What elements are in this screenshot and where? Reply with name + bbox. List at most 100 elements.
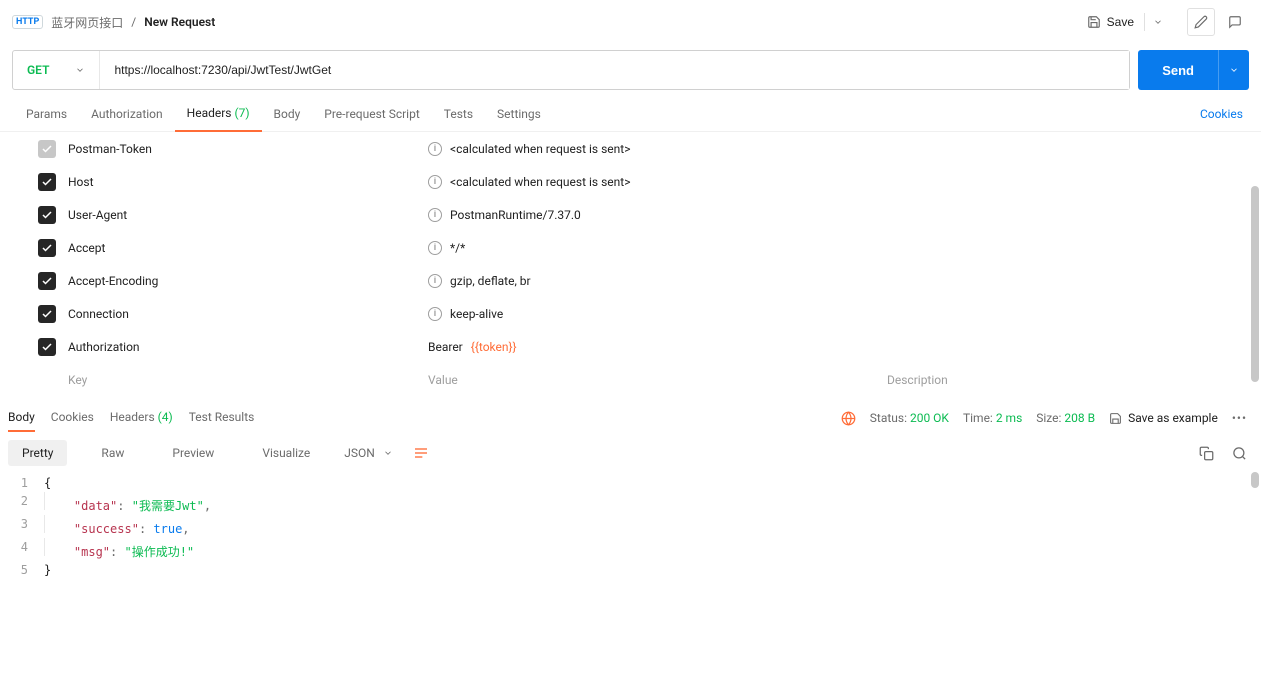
url-input[interactable] (100, 51, 1129, 89)
time-block: Time: 2 ms (963, 411, 1022, 425)
header-key[interactable]: Accept (68, 241, 428, 255)
pencil-icon (1194, 15, 1208, 29)
response-body[interactable]: 1{ 2 "data": "我需要Jwt", 3 "success": true… (0, 474, 1261, 579)
wrap-lines-icon[interactable] (413, 445, 429, 461)
top-actions: Save (1077, 8, 1249, 36)
info-icon: i (428, 307, 442, 321)
search-icon[interactable] (1232, 446, 1247, 461)
breadcrumb-separator: / (131, 15, 136, 29)
header-value[interactable]: i<calculated when request is sent> (428, 142, 1247, 156)
method-label: GET (27, 63, 49, 77)
checkbox[interactable] (38, 272, 56, 290)
line-number: 2 (8, 492, 44, 515)
cookies-link[interactable]: Cookies (1196, 97, 1247, 131)
response-status: Status: 200 OK Time: 2 ms Size: 208 B Sa… (841, 411, 1247, 426)
send-group: Send (1138, 50, 1249, 90)
save-options-button[interactable] (1144, 13, 1171, 31)
request-tabs: Params Authorization Headers (7) Body Pr… (0, 96, 1261, 132)
save-as-example-button[interactable]: Save as example (1109, 411, 1218, 425)
header-row: Accepti*/* (38, 231, 1247, 264)
breadcrumb: HTTP 蓝牙网页接口 / New Request Save (0, 0, 1261, 44)
chevron-down-icon (75, 65, 85, 75)
checkbox[interactable] (38, 305, 56, 323)
format-select[interactable]: JSON (344, 446, 393, 460)
header-key[interactable]: Host (68, 175, 428, 189)
method-select[interactable]: GET (13, 51, 100, 89)
tab-authorization[interactable]: Authorization (79, 97, 175, 131)
view-raw[interactable]: Raw (87, 440, 138, 466)
tab-headers-count: (7) (234, 106, 249, 120)
resp-tab-headers[interactable]: Headers (4) (110, 404, 173, 432)
save-icon (1109, 412, 1122, 425)
tab-settings[interactable]: Settings (485, 97, 553, 131)
line-number: 1 (8, 474, 44, 492)
comment-icon (1228, 15, 1242, 29)
header-value[interactable]: igzip, deflate, br (428, 274, 1247, 288)
resp-tab-body[interactable]: Body (8, 404, 35, 432)
send-button[interactable]: Send (1138, 50, 1218, 90)
resp-tab-cookies[interactable]: Cookies (51, 404, 94, 432)
tab-body[interactable]: Body (262, 97, 313, 131)
scrollbar[interactable] (1251, 186, 1259, 382)
line-number: 5 (8, 561, 44, 579)
header-key-placeholder[interactable]: Key (68, 373, 428, 387)
send-options-button[interactable] (1218, 50, 1249, 90)
save-example-label: Save as example (1128, 411, 1218, 425)
save-icon (1087, 15, 1101, 29)
more-options-button[interactable]: ••• (1232, 411, 1247, 425)
header-key[interactable]: User-Agent (68, 208, 428, 222)
body-toolbar-right (1199, 446, 1247, 461)
resp-tab-testresults[interactable]: Test Results (189, 404, 255, 432)
header-key[interactable]: Connection (68, 307, 428, 321)
header-value[interactable]: i*/* (428, 241, 1247, 255)
save-button[interactable]: Save (1077, 11, 1144, 33)
resp-tab-headers-count: (4) (158, 410, 173, 424)
checkbox[interactable] (38, 206, 56, 224)
info-icon: i (428, 175, 442, 189)
network-icon (841, 411, 856, 426)
view-pretty[interactable]: Pretty (8, 440, 67, 466)
line-number: 4 (8, 538, 44, 561)
tab-prerequest[interactable]: Pre-request Script (312, 97, 431, 131)
url-row: GET Send (0, 44, 1261, 96)
chevron-down-icon (1153, 17, 1163, 27)
scrollbar[interactable] (1251, 472, 1259, 488)
info-icon: i (428, 208, 442, 222)
header-row: Accept-Encodingigzip, deflate, br (38, 264, 1247, 297)
header-desc-placeholder[interactable]: Description (887, 373, 1247, 387)
line-number: 3 (8, 515, 44, 538)
tab-tests[interactable]: Tests (432, 97, 485, 131)
header-row: User-AgentiPostmanRuntime/7.37.0 (38, 198, 1247, 231)
header-value-placeholder[interactable]: Value (428, 373, 887, 387)
header-key[interactable]: Accept-Encoding (68, 274, 428, 288)
edit-button[interactable] (1187, 8, 1215, 36)
comment-button[interactable] (1221, 8, 1249, 36)
view-visualize[interactable]: Visualize (248, 440, 324, 466)
headers-table: Postman-Tokeni<calculated when request i… (0, 132, 1261, 396)
header-row: Hosti<calculated when request is sent> (38, 165, 1247, 198)
chevron-down-icon (383, 448, 393, 458)
breadcrumb-collection[interactable]: 蓝牙网页接口 (51, 14, 123, 31)
checkbox[interactable] (38, 140, 56, 158)
header-value[interactable]: iPostmanRuntime/7.37.0 (428, 208, 1247, 222)
checkbox[interactable] (38, 173, 56, 191)
body-toolbar: Pretty Raw Preview Visualize JSON (0, 432, 1261, 474)
variable-token: {{token}} (471, 340, 517, 354)
resp-tab-headers-label: Headers (110, 410, 155, 424)
header-value[interactable]: i<calculated when request is sent> (428, 175, 1247, 189)
chevron-down-icon (1229, 65, 1239, 75)
header-value[interactable]: Bearer {{token}} (428, 340, 1247, 354)
view-preview[interactable]: Preview (158, 440, 228, 466)
tab-headers[interactable]: Headers (7) (175, 96, 262, 132)
breadcrumb-current: New Request (144, 15, 215, 29)
info-icon: i (428, 241, 442, 255)
header-value[interactable]: ikeep-alive (428, 307, 1247, 321)
checkbox[interactable] (38, 338, 56, 356)
header-key[interactable]: Postman-Token (68, 142, 428, 156)
header-key[interactable]: Authorization (68, 340, 428, 354)
tab-params[interactable]: Params (14, 97, 79, 131)
checkbox[interactable] (38, 239, 56, 257)
header-row-new[interactable]: KeyValueDescription (38, 363, 1247, 396)
info-icon: i (428, 142, 442, 156)
copy-icon[interactable] (1199, 446, 1214, 461)
